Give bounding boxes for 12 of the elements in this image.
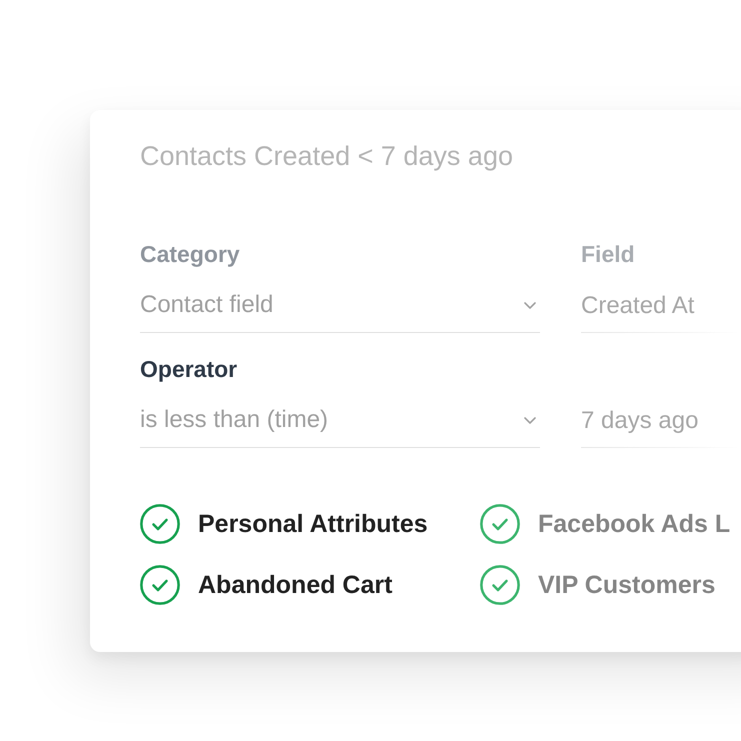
segment-label: VIP Customers <box>538 570 716 600</box>
card-title: Contacts Created < 7 days ago <box>140 140 513 172</box>
segment-label: Facebook Ads L <box>538 509 730 539</box>
chevron-down-icon <box>524 302 536 308</box>
field-label: Field <box>581 241 635 267</box>
dropdown-field[interactable]: is less than (time) <box>140 404 540 448</box>
dropdown-field[interactable]: Contact field <box>140 289 540 333</box>
segment-label: Personal Attributes <box>198 509 428 539</box>
field-label: Operator <box>140 356 238 382</box>
chevron-down-icon <box>524 416 536 424</box>
field-label: Category <box>140 241 240 267</box>
segment-label: Abandoned Cart <box>198 570 392 600</box>
